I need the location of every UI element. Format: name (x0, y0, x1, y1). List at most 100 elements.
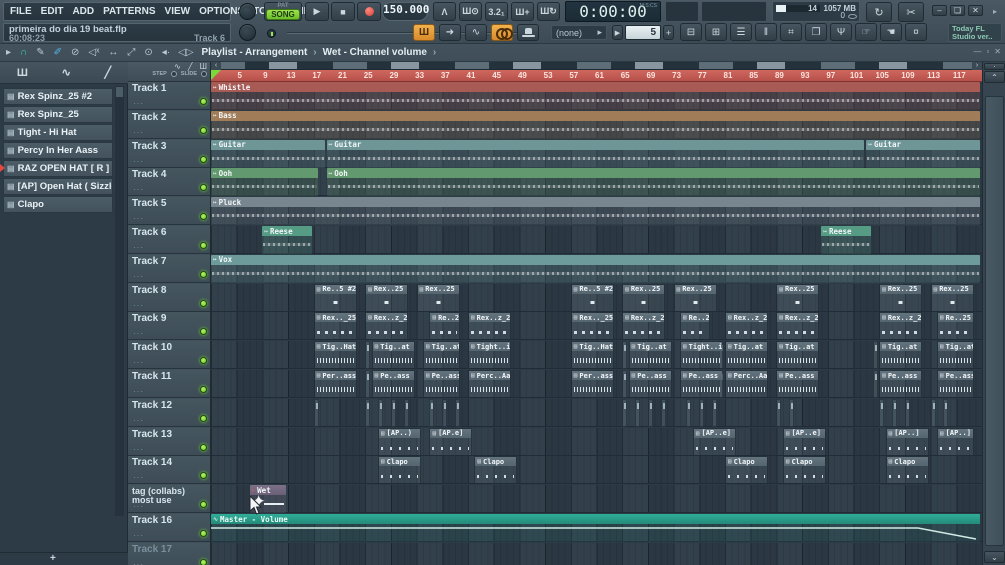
clip-audio[interactable]: ↦ Ooh (326, 168, 980, 197)
clip-sliver[interactable] (365, 370, 371, 398)
track-header[interactable]: tag (collabs) most use ··· (128, 485, 210, 514)
clip-pattern[interactable]: ▤Tight..i Hat (468, 341, 511, 370)
mute-tool-icon[interactable]: ◁ˣ (88, 47, 99, 58)
clip-sliver[interactable] (365, 398, 371, 427)
menu-item-options[interactable]: OPTIONS (199, 6, 244, 17)
clip-audio[interactable]: ↦ Reese (821, 226, 871, 254)
clip-audio[interactable]: ↦ Reese (262, 226, 312, 254)
track-mute-led[interactable] (200, 501, 207, 509)
clip-pattern[interactable]: ▤Rex..25 #2 (416, 283, 460, 312)
track-mute-led[interactable] (200, 184, 207, 192)
clip-pattern[interactable]: ▤Re..25 (937, 312, 974, 341)
vscroll-thumb[interactable] (985, 96, 1004, 546)
track-header[interactable]: Track 10 ··· (128, 341, 210, 370)
clip-pattern[interactable]: ▤ Rex.._25 (570, 312, 614, 341)
news-panel[interactable]: Today FL Studio ver.. (948, 23, 1002, 42)
track-header[interactable]: Track 14 ··· (128, 456, 210, 485)
track-row[interactable]: ↦ Pluck (211, 197, 982, 226)
clip-pattern[interactable]: ▤ Per..ass (570, 370, 614, 398)
menu-item-view[interactable]: VIEW (165, 6, 191, 17)
pattern-item[interactable]: ▤ Clapo (3, 196, 113, 213)
clip-pattern[interactable]: ▤ [AP..] (937, 427, 974, 456)
clip-sliver[interactable] (872, 370, 878, 398)
select-tool-icon[interactable]: ⤢ (127, 47, 135, 58)
restore-button[interactable]: ❏ (950, 5, 965, 16)
step-edit-button[interactable]: ➜ (439, 24, 461, 41)
clip-pattern[interactable]: ▤ Clapo (474, 456, 518, 485)
plugin-button[interactable]: Ψ (830, 23, 852, 41)
clip-sliver[interactable] (429, 398, 435, 427)
clip-pattern[interactable]: ▤ Tig..at (371, 341, 415, 370)
clip-sliver[interactable] (699, 398, 705, 427)
clip-sliver[interactable] (455, 398, 461, 427)
track-options-dots[interactable]: ··· (133, 531, 144, 540)
track-mute-led[interactable] (200, 328, 207, 336)
clip-audio[interactable]: ↦ Ooh (211, 168, 319, 197)
clip-pattern[interactable]: ▤ Per..ass (313, 370, 357, 398)
track-options-dots[interactable]: ··· (133, 185, 144, 194)
clip-pattern[interactable]: ▤ Clapo (782, 456, 826, 485)
playlist-button[interactable]: ⊟ (680, 23, 702, 41)
clip-pattern[interactable]: ▤ Tig..at (725, 341, 768, 370)
clip-pattern[interactable]: ▤Perc..Aass (468, 370, 511, 398)
clip-pattern[interactable]: ▤ Tig..at (628, 341, 672, 370)
clip-pattern[interactable]: ▤ Pe..ass (879, 370, 923, 398)
multilink-button[interactable] (491, 24, 513, 41)
clip-pattern[interactable]: ▤ Tig..at (937, 341, 974, 370)
wait-input-button[interactable]: Ш⊙ (459, 2, 482, 21)
time-display[interactable]: 0:00:00 M:S:CS (565, 1, 661, 22)
clip-pattern[interactable]: ▤ Rex.._25 (313, 312, 357, 341)
track-header[interactable]: Track 5 ··· (128, 197, 210, 226)
patterns-tab-icon[interactable]: Ш (17, 67, 28, 79)
clip-sliver[interactable] (622, 370, 628, 398)
pattern-item[interactable]: ▤ [AP] Open Hat ( Sizzle ) (3, 178, 113, 195)
clip-sliver[interactable] (892, 398, 898, 427)
track-mute-led[interactable] (200, 270, 207, 278)
main-pitch-knob[interactable] (239, 24, 256, 41)
track-row[interactable]: ↦ Guitar ↦ Guitar ↦ Guitar (211, 139, 982, 168)
clip-sliver[interactable] (378, 398, 384, 427)
playlist-grid[interactable]: ‹ › 5 9 13 17 21 25 29 33 37 41 45 49 53 57 61 65 69 73 77… (211, 62, 982, 565)
clip-pattern[interactable]: ▤ Clapo (378, 456, 422, 485)
minimize-button[interactable]: – (932, 5, 947, 16)
pattern-number-field[interactable]: 5 (625, 25, 661, 40)
record-button[interactable] (357, 2, 381, 21)
track-row[interactable]: ▤ Clapo ▤ Clapo ▤ Clapo ▤ Clapo ▤ Clapo (211, 456, 982, 485)
browser-button[interactable]: ⌗ (780, 23, 802, 41)
pattern-item[interactable]: ▤ Rex Spinz_25 (3, 106, 113, 123)
hand-button[interactable]: ☚ (880, 23, 902, 41)
menu-item-edit[interactable]: EDIT (41, 6, 64, 17)
menu-item-patterns[interactable]: PATTERNS (103, 6, 155, 17)
magnet-icon[interactable]: ∩ (20, 47, 27, 58)
clip-audio[interactable]: ↦ Pluck (211, 197, 980, 226)
close-button[interactable]: ✕ (968, 5, 983, 16)
pattern-tab-icon[interactable]: Ш (200, 62, 207, 71)
vertical-scrollbar[interactable]: · ⌃ ⌄ (982, 62, 1005, 565)
clip-pattern[interactable]: ▤ Re..5 #2 (313, 283, 357, 312)
track-row[interactable]: ∿ Master - Volume (211, 514, 982, 542)
track-options-dots[interactable]: ··· (133, 358, 144, 367)
clip-sliver[interactable] (712, 398, 718, 427)
clip-pattern[interactable]: ▤ [AP..) (378, 427, 422, 456)
main-volume-knob[interactable] (239, 3, 256, 20)
playlist-detach-icon[interactable]: ▫ (986, 47, 989, 56)
clip-pattern[interactable]: ▤ Rex..z_25 (365, 312, 409, 341)
clip-sliver[interactable] (686, 398, 692, 427)
clip-pattern[interactable]: ▤ Tig..at (879, 341, 923, 370)
step-toggle[interactable] (170, 71, 177, 77)
track-header[interactable]: Track 8 ··· (128, 283, 210, 312)
timeline-ruler[interactable]: 5 9 13 17 21 25 29 33 37 41 45 49 53 57 61 65 69 73 77 81 85… (211, 70, 982, 82)
clip-sliver[interactable] (904, 398, 910, 427)
slide-button[interactable]: ∿ (465, 24, 487, 41)
vscroll-up-button[interactable]: ⌃ (984, 71, 1005, 83)
clip-sliver[interactable] (622, 398, 628, 427)
clip-pattern[interactable]: ▤ Pe..ass (937, 370, 974, 398)
stop-button[interactable]: ■ (331, 2, 355, 21)
clip-pattern[interactable]: ▤ Tig..Hat (313, 341, 357, 370)
more-arrow-icon[interactable]: ▸ (993, 7, 997, 16)
track-row[interactable]: ↦ Ooh ↦ Ooh (211, 168, 982, 197)
draw-tool-icon[interactable]: ✎ (36, 47, 44, 58)
clip-pattern[interactable]: ▤ Rex..z_25 (879, 312, 923, 341)
zoom-tool-icon[interactable]: ⊙ (144, 47, 152, 58)
clip-pattern[interactable]: ▤Rex..25 #2 (930, 283, 974, 312)
